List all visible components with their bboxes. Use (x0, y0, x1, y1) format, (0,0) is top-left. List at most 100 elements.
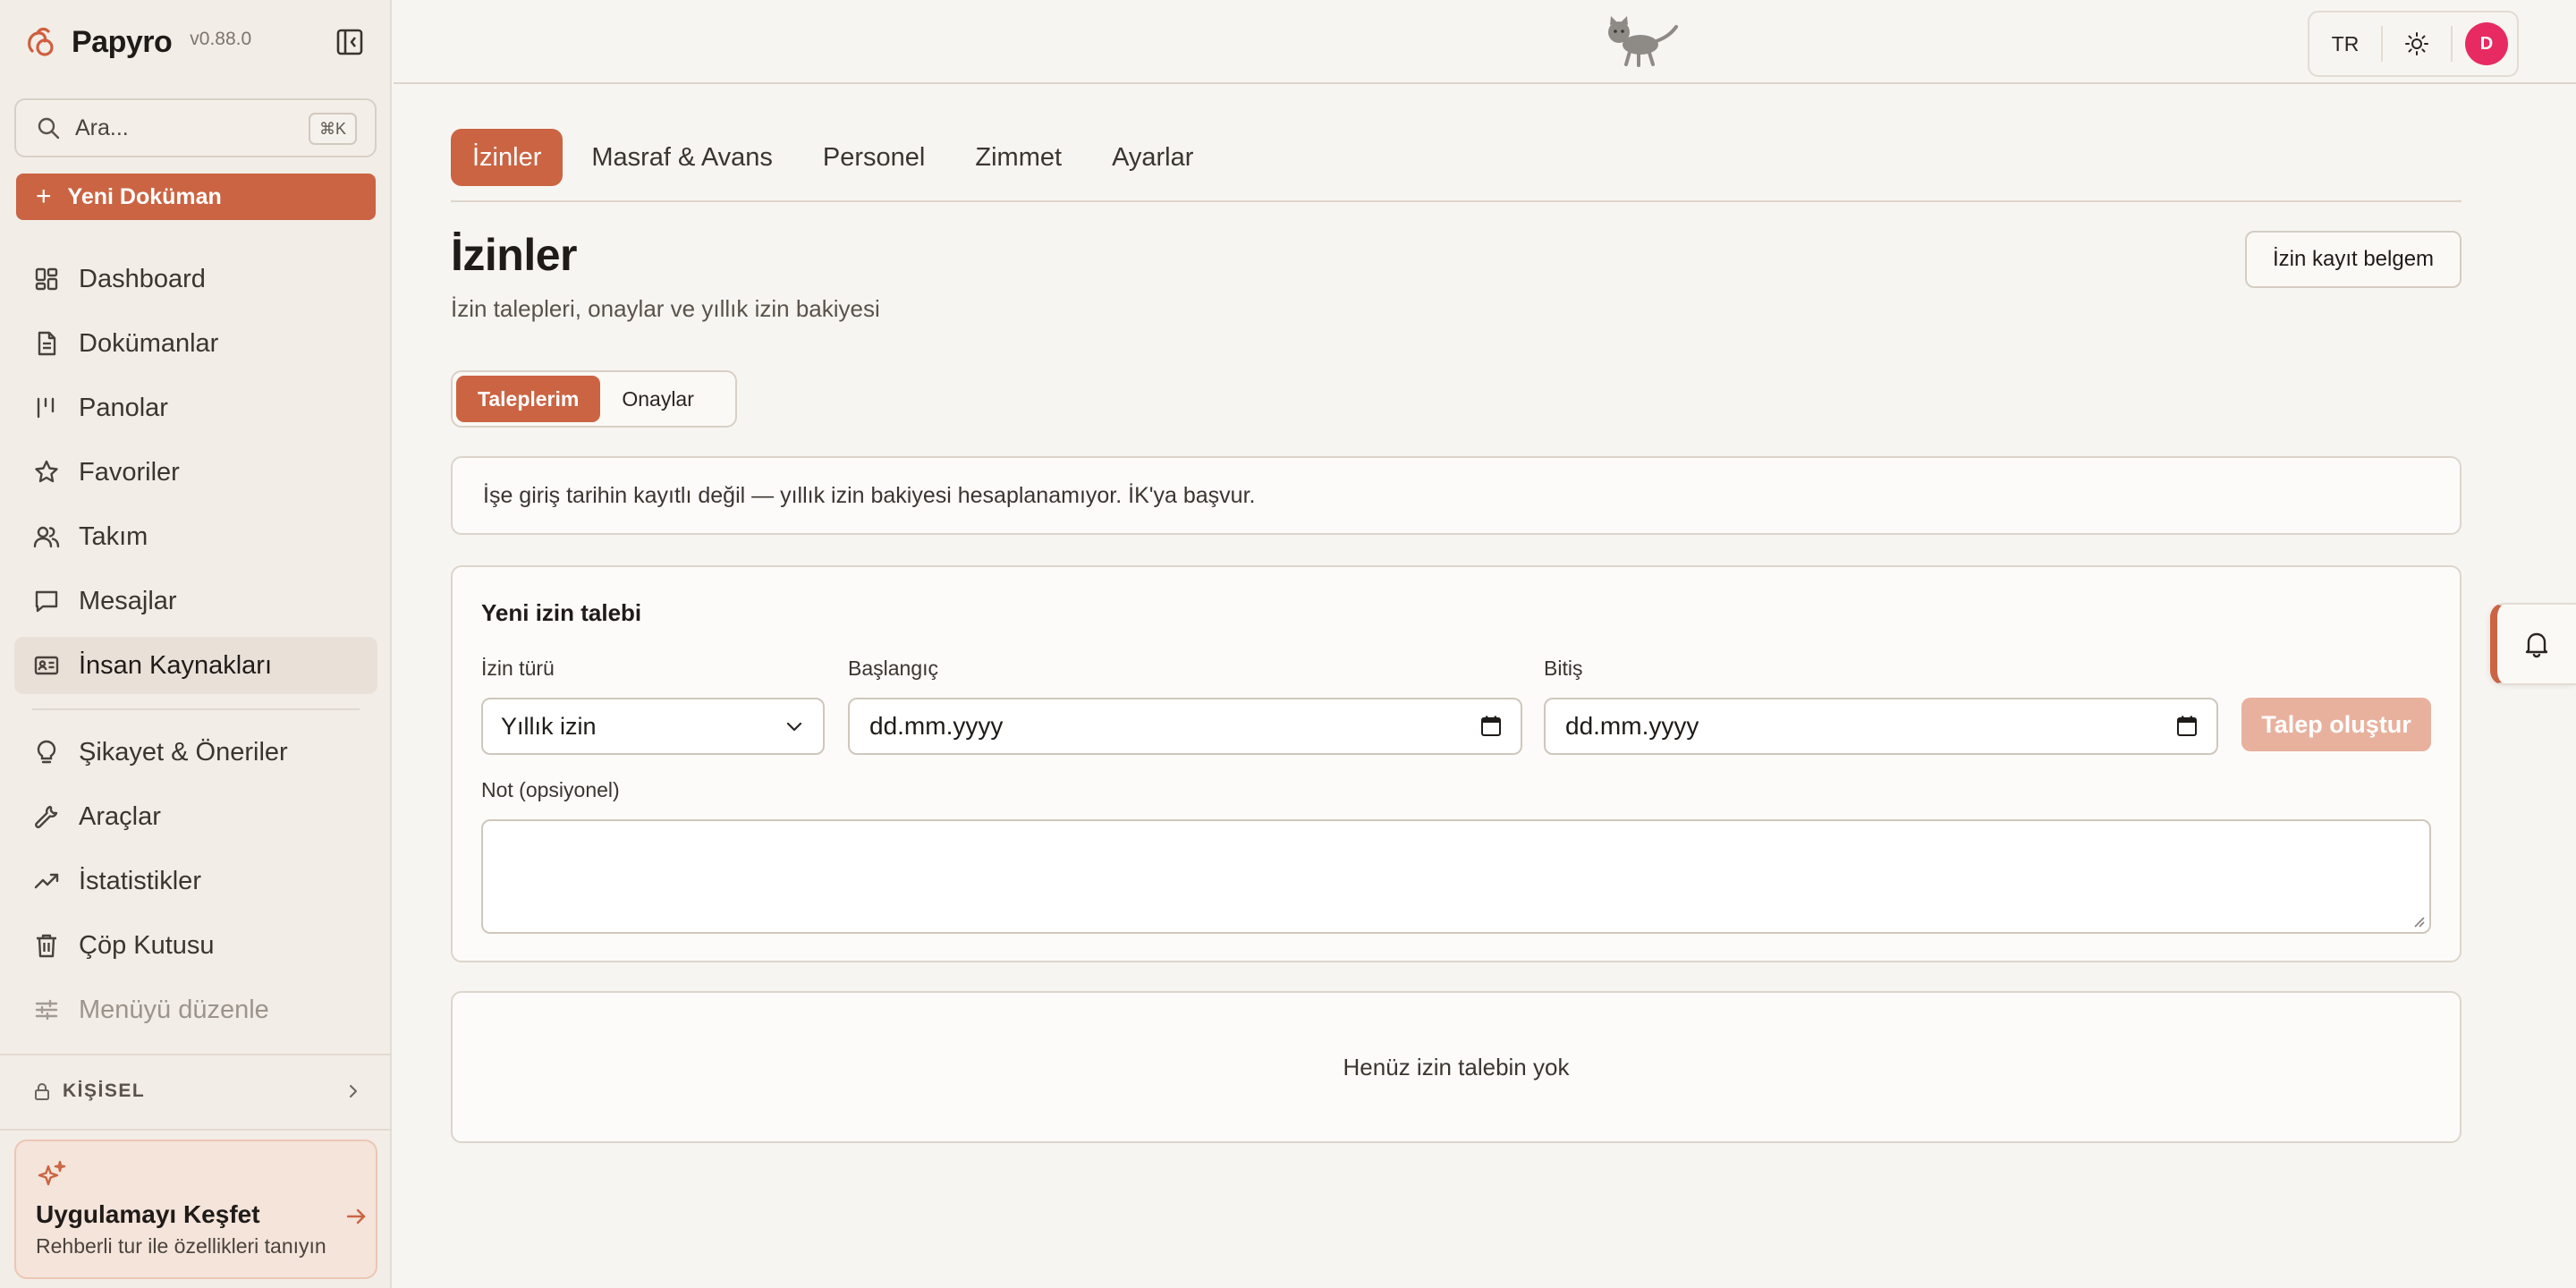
explore-app-card[interactable]: Uygulamayı Keşfet Rehberli tur ile özell… (14, 1140, 377, 1279)
page-title: İzinler (451, 230, 577, 280)
sidebar-item-label: Çöp Kutusu (79, 930, 215, 960)
sidebar-item-label: İnsan Kaynakları (79, 650, 273, 680)
leave-type-select[interactable]: Yıllık izin (481, 698, 825, 755)
app-name: Papyro (72, 24, 173, 59)
create-request-button[interactable]: Talep oluştur (2241, 698, 2431, 751)
leave-type-label: İzin türü (481, 657, 555, 680)
sidebar-item-messages[interactable]: Mesajlar (14, 572, 377, 630)
view-segment-control: Taleplerim Onaylar (451, 370, 737, 428)
calendar-icon[interactable] (2175, 715, 2199, 738)
form-title: Yeni izin talebi (481, 599, 642, 626)
bell-icon (2525, 632, 2548, 658)
end-date-label: Bitiş (1544, 657, 1583, 680)
sidebar-item-label: Menüyü düzenle (79, 995, 269, 1024)
sidebar-item-trash[interactable]: Çöp Kutusu (14, 917, 377, 974)
search-placeholder: Ara... (75, 114, 129, 140)
sidebar-item-label: Takım (79, 521, 148, 551)
search-shortcut-badge: ⌘K (308, 113, 357, 145)
tab-assets[interactable]: Zimmet (975, 143, 1062, 173)
brand[interactable]: Papyro v0.88.0 (23, 20, 251, 64)
sidebar-item-documents[interactable]: Dokümanlar (14, 315, 377, 372)
explore-title: Uygulamayı Keşfet (36, 1200, 260, 1228)
sidebar-item-boards[interactable]: Panolar (14, 379, 377, 436)
page-subtitle: İzin talepleri, onaylar ve yıllık izin b… (451, 295, 880, 322)
lock-icon (35, 1083, 49, 1100)
sliders-icon (35, 999, 58, 1021)
sidebar-item-statistics[interactable]: İstatistikler (14, 852, 377, 910)
sidebar-item-label: Araçlar (79, 801, 161, 831)
trending-up-icon (34, 873, 59, 889)
trash-icon (37, 934, 56, 958)
dashboard-icon (35, 267, 58, 291)
theme-toggle-button[interactable] (2383, 26, 2451, 62)
sidebar-item-edit-menu[interactable]: Menüyü düzenle (14, 981, 377, 1038)
personal-section-label: KİŞİSEL (63, 1080, 146, 1101)
app-version: v0.88.0 (190, 29, 252, 49)
sidebar-item-team[interactable]: Takım (14, 508, 377, 565)
explore-subtitle: Rehberli tur ile özellikleri tanıyın (36, 1234, 326, 1258)
hr-tabs: İzinler Masraf & Avans Personel Zimmet A… (451, 129, 1243, 186)
tab-settings[interactable]: Ayarlar (1112, 143, 1193, 173)
tab-leaves[interactable]: İzinler (451, 129, 564, 186)
note-label: Not (opsiyonel) (481, 778, 620, 801)
sidebar-item-label: Dashboard (79, 264, 206, 293)
user-avatar[interactable]: D (2465, 22, 2508, 65)
chevron-down-icon (786, 722, 802, 732)
sidebar-divider (0, 1129, 392, 1131)
collapse-sidebar-button[interactable] (335, 27, 365, 57)
sidebar-item-complaints[interactable]: Şikayet & Öneriler (14, 724, 377, 781)
star-icon (35, 460, 58, 483)
sidebar-item-favorites[interactable]: Favoriler (14, 444, 377, 501)
note-textarea[interactable] (481, 819, 2431, 934)
board-icon (37, 397, 55, 419)
id-card-icon (34, 656, 59, 675)
sidebar-item-label: Panolar (79, 393, 168, 422)
leave-type-value: Yıllık izin (501, 712, 597, 740)
top-actions-group: TR D (2308, 11, 2519, 77)
leave-record-button[interactable]: İzin kayıt belgem (2245, 231, 2462, 288)
sparkles-icon (38, 1160, 66, 1186)
arrow-right-icon (346, 1208, 366, 1224)
new-document-button[interactable]: + Yeni Doküman (16, 174, 376, 220)
start-date-input[interactable]: dd.mm.yyyy (848, 698, 1522, 755)
info-message: İşe giriş tarihin kayıtlı değil — yıllık… (451, 456, 2462, 535)
sidebar-item-tools[interactable]: Araçlar (14, 788, 377, 845)
end-date-value: dd.mm.yyyy (1565, 712, 1699, 740)
sidebar-item-label: Mesajlar (79, 586, 177, 615)
plus-icon: + (36, 182, 52, 211)
sidebar: Papyro v0.88.0 Ara... ⌘K + Yeni Doküman … (0, 0, 392, 1288)
sidebar-collapse-icon (336, 29, 363, 55)
cat-mascot-icon (1608, 16, 1678, 67)
new-document-label: Yeni Doküman (67, 183, 222, 209)
segment-my-requests[interactable]: Taleplerim (456, 376, 601, 422)
tab-expenses[interactable]: Masraf & Avans (591, 143, 773, 173)
empty-requests-state: Henüz izin talebin yok (451, 991, 2462, 1143)
sidebar-item-label: Favoriler (79, 457, 180, 487)
tabs-divider (451, 200, 2462, 202)
sidebar-item-label: Dokümanlar (79, 328, 219, 358)
sidebar-item-human-resources[interactable]: İnsan Kaynakları (14, 637, 377, 694)
team-icon (33, 526, 60, 548)
resize-grip-icon[interactable] (2411, 914, 2426, 928)
start-date-value: dd.mm.yyyy (869, 712, 1004, 740)
tab-personnel[interactable]: Personel (823, 143, 925, 173)
wrench-icon (35, 805, 58, 828)
language-button[interactable]: TR (2309, 32, 2381, 56)
chevron-right-icon (350, 1085, 357, 1097)
document-icon (38, 331, 56, 356)
segment-approvals[interactable]: Onaylar (600, 376, 716, 422)
new-leave-form: Yeni izin talebi İzin türü Yıllık izin B… (451, 565, 2462, 962)
message-icon (35, 590, 58, 613)
notifications-button[interactable] (2490, 603, 2576, 685)
calendar-icon[interactable] (1479, 715, 1503, 738)
lightbulb-icon (37, 740, 56, 764)
personal-section-toggle[interactable]: KİŞİSEL (32, 1073, 363, 1109)
sidebar-divider (0, 1054, 392, 1055)
start-date-label: Başlangıç (848, 657, 939, 680)
topbar: TR D (394, 0, 2576, 84)
end-date-input[interactable]: dd.mm.yyyy (1544, 698, 2218, 755)
sun-icon (2405, 32, 2428, 55)
divider (2451, 26, 2453, 62)
search-box[interactable]: Ara... ⌘K (14, 98, 377, 157)
sidebar-item-dashboard[interactable]: Dashboard (14, 250, 377, 308)
